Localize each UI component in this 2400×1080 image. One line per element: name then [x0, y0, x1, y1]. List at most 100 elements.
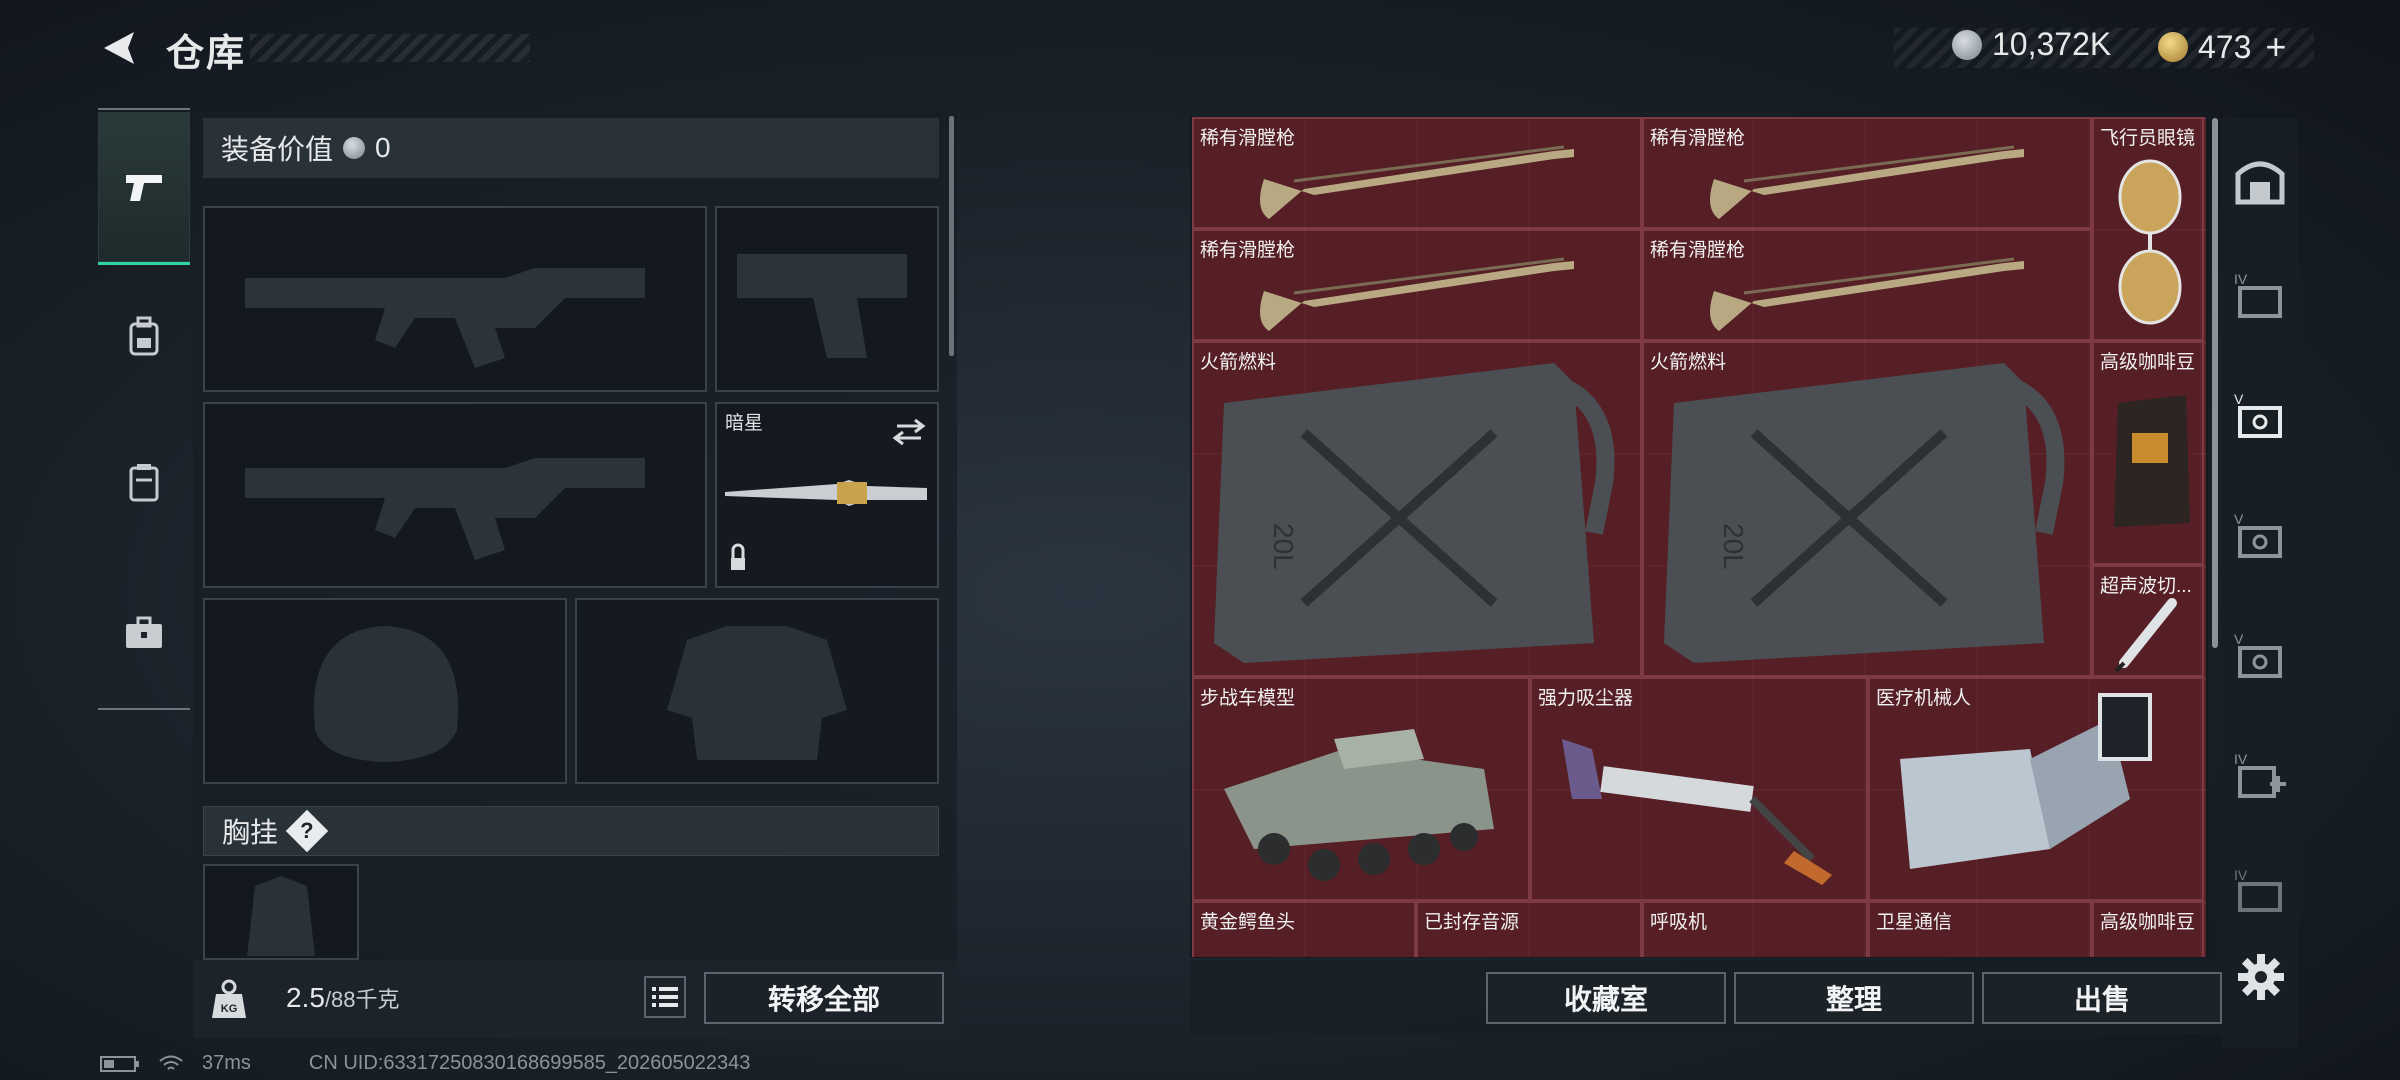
gear-icon[interactable] — [2236, 952, 2286, 1002]
svg-text:IV: IV — [2234, 751, 2248, 767]
pistol-icon — [126, 175, 162, 201]
safe-box-icon[interactable] — [2230, 150, 2290, 210]
storage-item[interactable]: 火箭燃料 20L — [1642, 341, 2092, 677]
chest-rig-label: 胸挂 — [222, 817, 279, 848]
weight-readout: 2.5/88千克 — [286, 982, 400, 1014]
vest-icon — [129, 464, 159, 502]
musket-icon — [1260, 257, 1574, 331]
storage-item[interactable]: 呼吸机 — [1642, 901, 1868, 957]
help-icon[interactable]: ? — [285, 809, 329, 853]
knife-icon — [725, 418, 927, 570]
weight-max: /88千克 — [324, 987, 400, 1012]
storage-item[interactable]: 卫星通信 — [1868, 901, 2092, 957]
sell-button[interactable]: 出售 — [1982, 972, 2222, 1024]
helmet-slot[interactable] — [203, 598, 567, 784]
gold-amount: 473 — [2198, 28, 2252, 65]
primary-weapon-slot[interactable] — [203, 206, 707, 392]
sort-button[interactable]: 整理 — [1734, 972, 1974, 1024]
svg-text:20L: 20L — [1718, 523, 1749, 570]
transfer-all-button[interactable]: 转移全部 — [704, 972, 944, 1024]
wifi-icon — [159, 1055, 183, 1070]
chest-rig-header: 胸挂 ? — [203, 806, 939, 856]
equipment-value-label: 装备价值 — [221, 134, 334, 165]
storage-item[interactable]: 已封存音源 — [1416, 901, 1642, 957]
storage-item[interactable]: 高级咖啡豆 — [2092, 341, 2204, 565]
secondary-weapon-slot[interactable] — [203, 402, 707, 588]
list-view-button[interactable] — [644, 976, 686, 1018]
status-bar: 37ms CN UID:6331725083016869958​5_202605… — [100, 1052, 750, 1075]
weight-current: 2.5 — [286, 982, 325, 1013]
svg-text:IV: IV — [2234, 867, 2248, 883]
item-name: 黄金鳄鱼头 — [1200, 912, 1296, 933]
uid-readout: CN UID:6331725083016869958​5_20260502234… — [308, 1052, 751, 1074]
storage-item[interactable]: 步战车模型 — [1192, 677, 1530, 901]
sidearm-slot[interactable] — [715, 206, 939, 392]
item-name: 已封存音源 — [1424, 912, 1520, 933]
storage-item[interactable]: 火箭燃料 20L — [1192, 341, 1642, 677]
storage-item[interactable]: 稀有滑膛枪 — [1192, 117, 1642, 229]
aviator-glasses-icon — [2118, 159, 2182, 325]
backpack-icon — [129, 316, 159, 356]
storage-v-icon[interactable]: V — [2230, 506, 2290, 566]
rifle-silhouette-icon — [245, 458, 645, 560]
silver-coin-icon — [1952, 29, 1982, 60]
coffee-bag-icon — [2114, 395, 2190, 527]
storage-item[interactable]: 医疗机械人 — [1868, 677, 2204, 901]
svg-text:V: V — [2234, 391, 2244, 407]
add-currency-icon[interactable]: + — [2265, 26, 2286, 68]
svg-text:20L: 20L — [1268, 523, 1299, 570]
storage-iv-icon[interactable]: IV — [2230, 862, 2290, 912]
equipment-value-amount: 0 — [375, 132, 391, 163]
svg-text:V: V — [2234, 511, 2244, 527]
melee-slot[interactable]: 暗星 — [715, 402, 939, 588]
storage-item[interactable]: 强力吸尘器 — [1530, 677, 1868, 901]
svg-text:IV: IV — [2234, 271, 2248, 287]
tab-divider — [98, 708, 190, 710]
loadout-scrollbar[interactable] — [949, 116, 954, 356]
list-icon — [652, 987, 678, 1007]
storage-item[interactable]: 超声波切... — [2092, 565, 2204, 677]
tab-vest[interactable] — [98, 438, 190, 528]
storage-iv-plus-icon[interactable]: IV — [2230, 746, 2290, 806]
tab-briefcase[interactable] — [98, 588, 190, 678]
page-title: 仓库 — [166, 33, 247, 75]
svg-text:KG: KG — [221, 1003, 238, 1015]
storage-v-icon[interactable]: V — [2230, 386, 2290, 446]
musket-icon — [1710, 257, 2024, 331]
ultrasonic-cutter-icon — [2114, 598, 2177, 673]
collection-room-button[interactable]: 收藏室 — [1486, 972, 1726, 1024]
ifv-model-icon — [1224, 729, 1494, 881]
storage-item[interactable]: 高级咖啡豆 — [2092, 901, 2204, 957]
gold-coin-icon — [2158, 32, 2188, 62]
ping-readout: 37ms — [202, 1052, 251, 1074]
jerrycan-icon: 20L — [1664, 363, 2065, 663]
gold-currency[interactable]: 473 + — [2158, 26, 2286, 68]
vacuum-icon — [1562, 739, 1832, 885]
armor-slot[interactable] — [575, 598, 939, 784]
storage-item[interactable]: 稀有滑膛枪 — [1642, 117, 2092, 229]
equipment-value-bar: 装备价值 0 — [203, 118, 939, 178]
medical-robot-icon — [1900, 693, 2152, 869]
musket-icon — [1260, 145, 1574, 219]
storage-item[interactable]: 黄金鳄鱼头 — [1192, 901, 1416, 957]
battery-icon — [100, 1055, 139, 1072]
back-arrow-icon[interactable] — [98, 26, 142, 70]
chest-rig-slot[interactable] — [203, 864, 359, 960]
helmet-silhouette-icon — [313, 626, 459, 762]
storage-item[interactable]: 稀有滑膛枪 — [1642, 229, 2092, 341]
tab-divider — [98, 108, 190, 110]
equipment-tabs — [98, 108, 190, 712]
armor-silhouette-icon — [667, 626, 847, 760]
tab-backpack[interactable] — [98, 292, 190, 382]
storage-v-icon[interactable]: V — [2230, 626, 2290, 686]
storage-iv-icon[interactable]: IV — [2230, 266, 2290, 326]
weight-icon: KG — [212, 979, 246, 1018]
silver-coin-icon — [343, 137, 366, 159]
storage-scrollbar[interactable] — [2212, 118, 2218, 648]
storage-item[interactable]: 飞行员眼镜 — [2092, 117, 2204, 341]
title-decoration — [250, 34, 530, 62]
svg-text:V: V — [2234, 631, 2244, 647]
item-name: 高级咖啡豆 — [2100, 912, 2196, 933]
tab-weapons[interactable] — [98, 112, 190, 265]
storage-item[interactable]: 稀有滑膛枪 — [1192, 229, 1642, 341]
